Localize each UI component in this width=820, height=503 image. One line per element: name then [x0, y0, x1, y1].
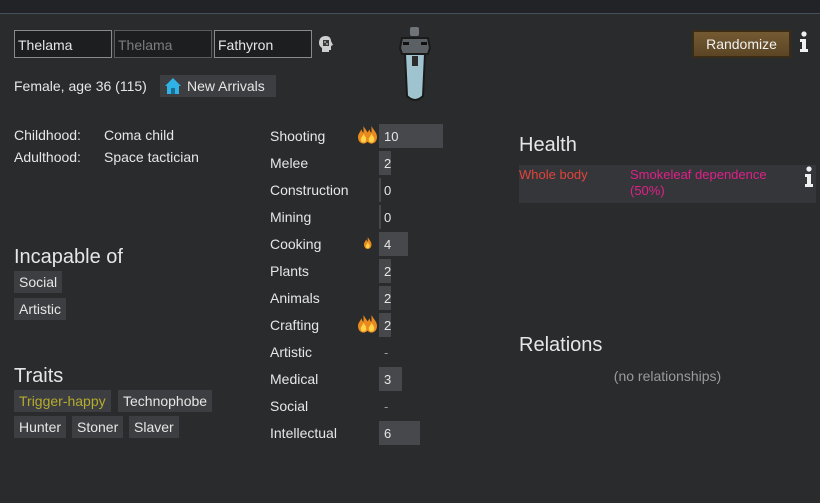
health-row[interactable]: Whole body Smokeleaf dependence (50%) — [519, 165, 816, 203]
incapable-item[interactable]: Social — [14, 271, 63, 293]
health-part: Whole body — [519, 167, 588, 182]
skill-name: Mining — [270, 209, 312, 225]
trait-item[interactable]: Stoner — [72, 416, 124, 438]
trait-item[interactable]: Hunter — [14, 416, 67, 438]
house-icon — [165, 78, 181, 94]
health-title: Health — [519, 134, 577, 156]
dice-head-icon[interactable] — [318, 35, 334, 53]
skill-name: Cooking — [270, 236, 322, 252]
first-name-field[interactable]: Thelama — [14, 30, 112, 58]
skill-name: Artistic — [270, 344, 312, 360]
skill-level: 2 — [384, 318, 392, 333]
randomize-button[interactable]: Randomize — [692, 30, 791, 58]
childhood-value[interactable]: Coma child — [104, 127, 174, 143]
info-icon[interactable] — [797, 31, 811, 53]
skill-level: 0 — [384, 210, 392, 225]
last-name-field[interactable]: Fathyron — [214, 30, 312, 58]
skill-level: - — [384, 399, 389, 414]
incapable-item[interactable]: Artistic — [14, 298, 66, 320]
skill-level: 2 — [384, 291, 392, 306]
pawn-portrait — [398, 27, 432, 101]
skill-name: Construction — [270, 182, 349, 198]
skill-bar — [379, 205, 381, 229]
childhood-label: Childhood: — [14, 127, 81, 143]
skill-level: 4 — [384, 237, 392, 252]
skill-level: 2 — [384, 156, 392, 171]
trait-item[interactable]: Technophobe — [118, 390, 213, 412]
info-icon[interactable] — [802, 166, 816, 188]
skill-name: Intellectual — [270, 425, 337, 441]
skill-level: 6 — [384, 426, 392, 441]
relations-title: Relations — [519, 334, 603, 356]
skill-level: 2 — [384, 264, 392, 279]
skill-level: - — [384, 345, 389, 360]
adulthood-value[interactable]: Space tactician — [104, 149, 199, 165]
health-condition: Smokeleaf dependence (50%) — [630, 167, 767, 198]
nickname-field[interactable]: Thelama — [114, 30, 212, 58]
trait-item[interactable]: Trigger-happy — [14, 390, 111, 412]
skill-name: Crafting — [270, 317, 320, 333]
trait-item[interactable]: Slaver — [129, 416, 179, 438]
skill-name: Medical — [270, 371, 319, 387]
incapable-title: Incapable of — [14, 246, 123, 268]
skill-level: 3 — [384, 372, 392, 387]
skill-name: Animals — [270, 290, 320, 306]
traits-title: Traits — [14, 365, 64, 387]
top-divider — [0, 0, 820, 14]
adulthood-label: Adulthood: — [14, 149, 81, 165]
relations-empty: (no relationships) — [613, 368, 722, 384]
pawn-summary: Female, age 36 (115) — [14, 78, 147, 94]
skill-name: Shooting — [270, 128, 326, 144]
skill-level: 0 — [384, 183, 392, 198]
faction-tag[interactable]: New Arrivals — [160, 75, 276, 97]
skill-bar — [379, 178, 381, 202]
skill-name: Melee — [270, 155, 309, 171]
skill-level: 10 — [384, 129, 399, 144]
faction-label: New Arrivals — [187, 78, 265, 94]
skill-name: Social — [270, 398, 309, 414]
skill-name: Plants — [270, 263, 309, 279]
